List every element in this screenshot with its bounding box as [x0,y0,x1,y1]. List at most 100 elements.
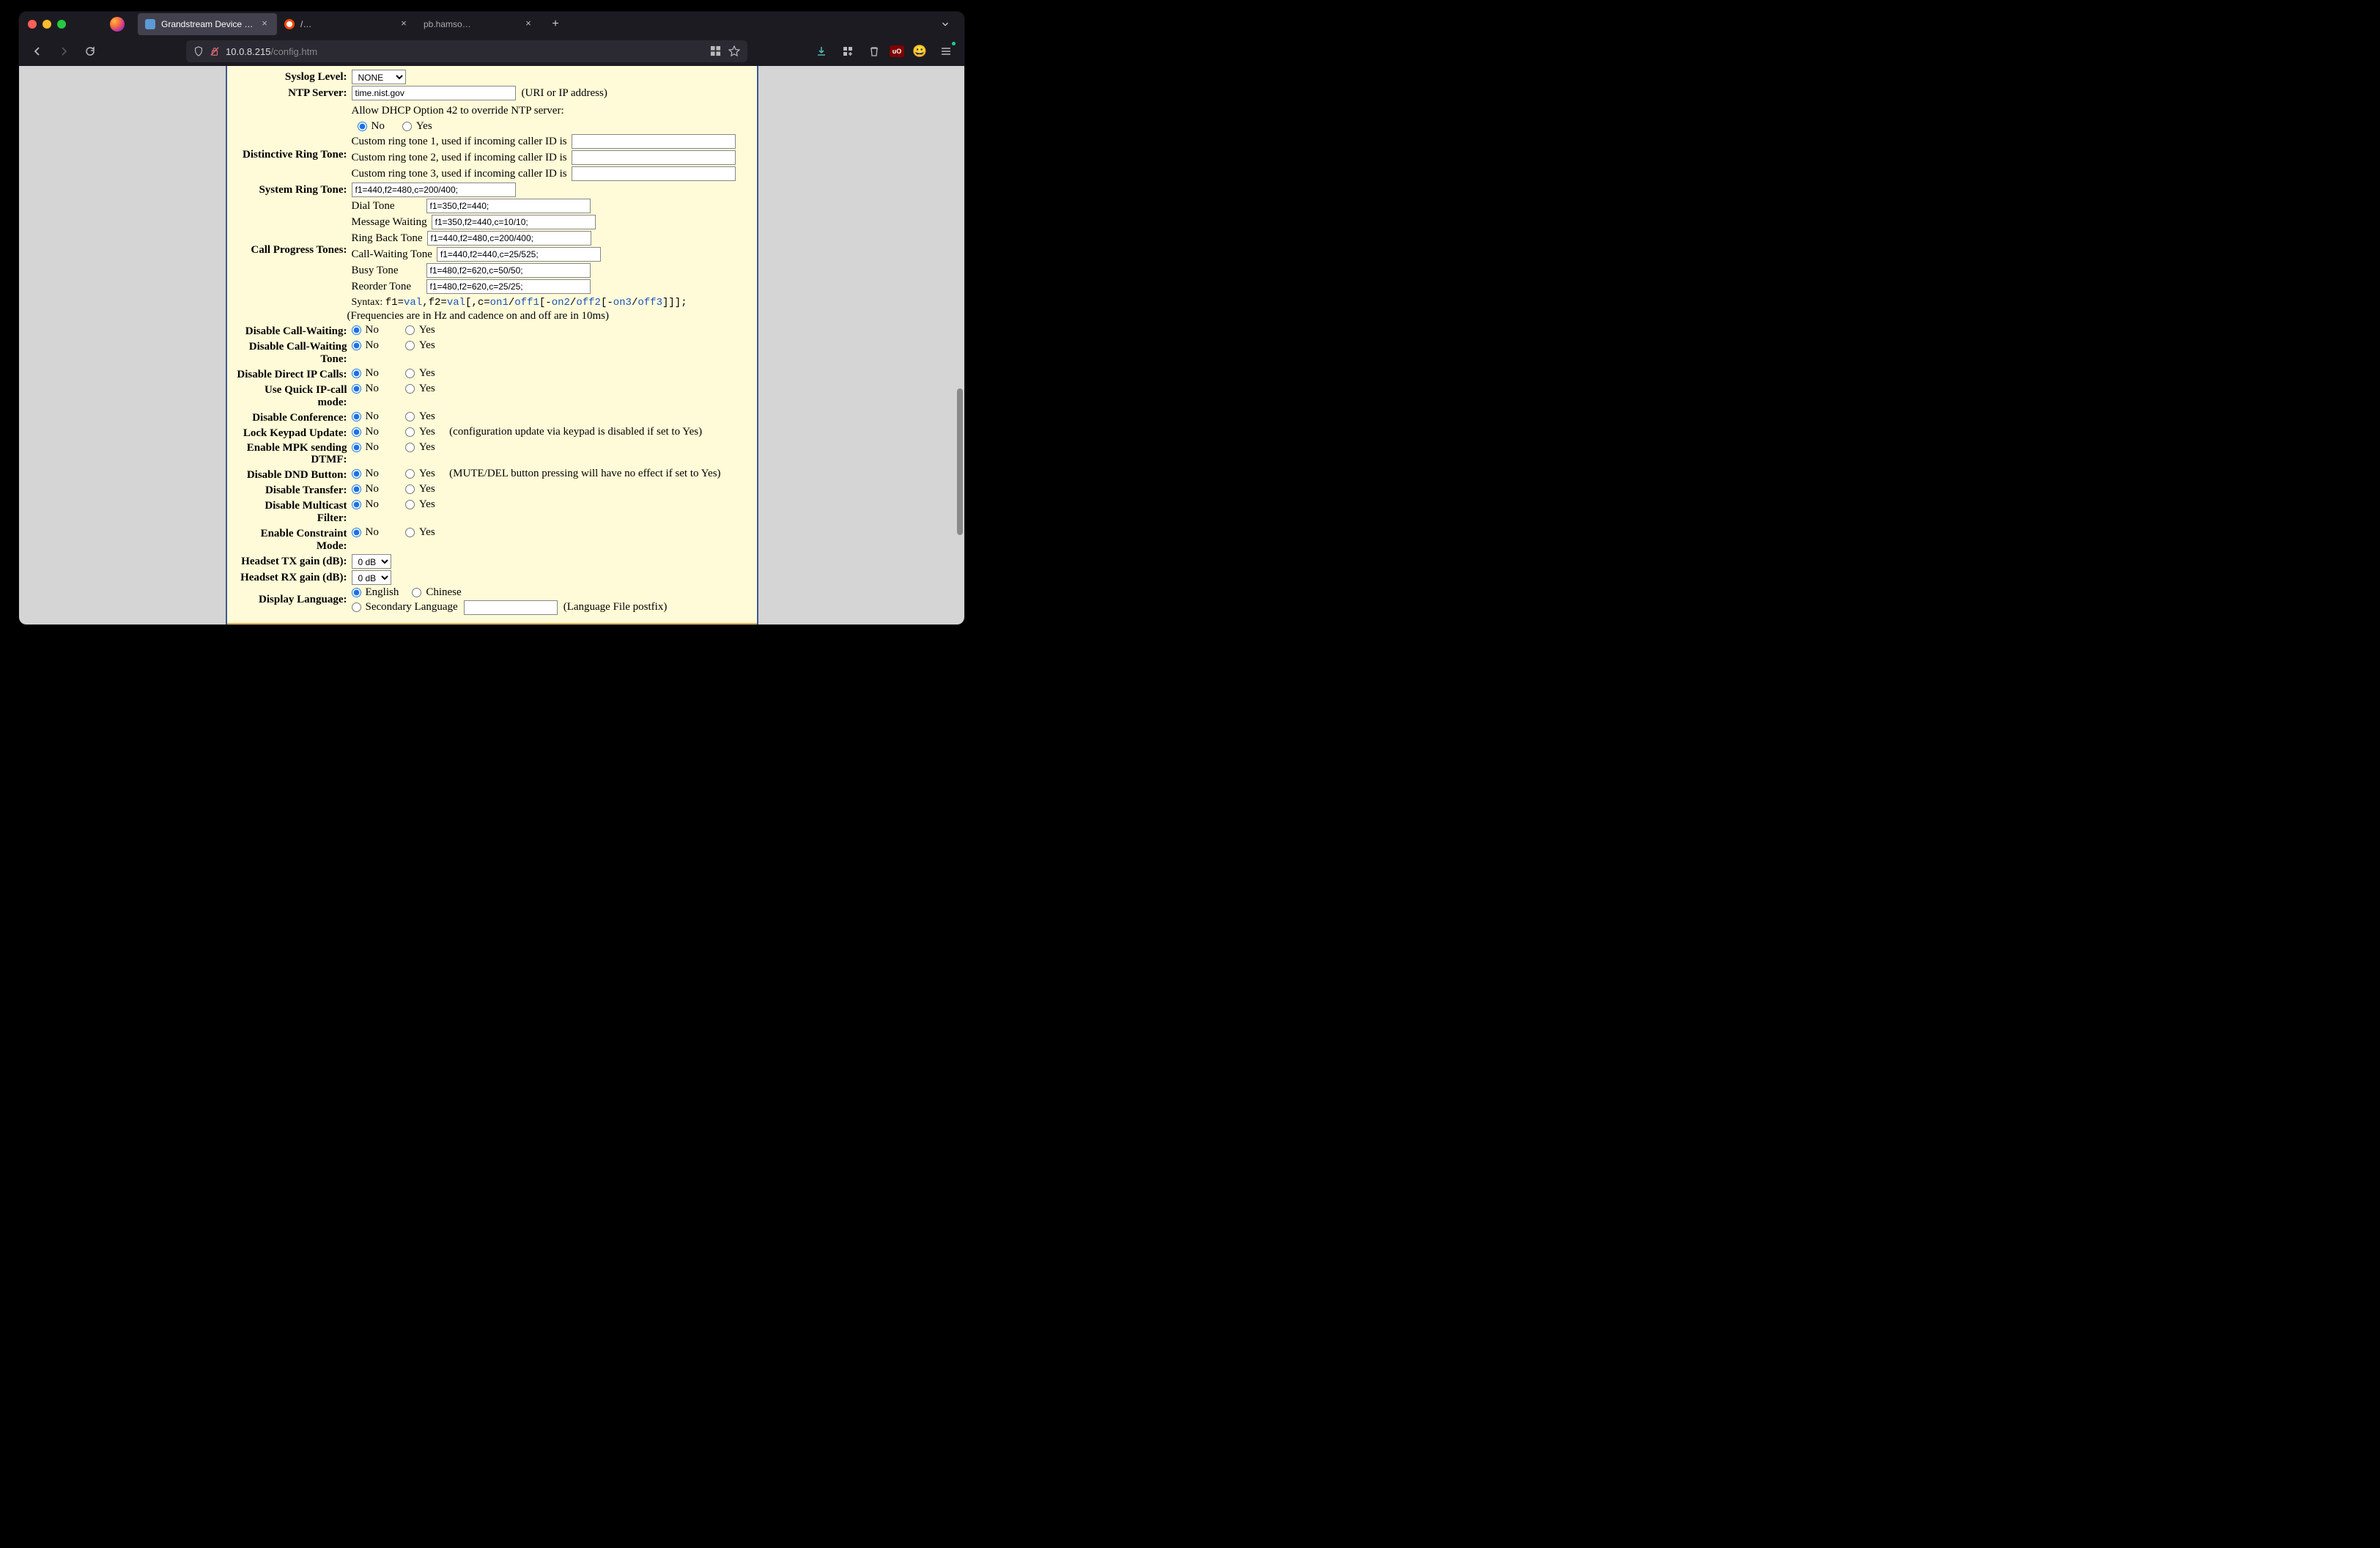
lock-keypad-label: Lock Keypad Update: [234,426,352,440]
app-menu-button[interactable] [935,40,957,62]
ring-back-input[interactable] [427,231,591,246]
syntax-note: (Frequencies are in Hz and cadence on an… [347,310,610,322]
emoji-extension-icon[interactable]: 😀 [909,40,931,62]
disable-dnd-yes[interactable]: Yes [405,468,435,480]
ntp-note: (URI or IP address) [522,87,607,100]
constraint-yes[interactable]: Yes [405,526,435,539]
ring1-input[interactable] [572,134,736,149]
ring-back-label: Ring Back Tone [352,232,423,245]
close-tab-icon[interactable]: × [523,19,533,29]
ring2-text: Custom ring tone 2, used if incoming cal… [352,152,567,164]
extensions-button[interactable] [837,40,859,62]
window-controls [28,20,66,29]
close-tab-icon[interactable]: × [399,19,409,29]
tab-hamsoverip[interactable]: pb.hamsoverip.com/diy × [416,13,541,35]
lock-keypad-yes[interactable]: Yes [405,426,435,438]
favicon-icon [145,19,155,29]
disable-cw-no[interactable]: No [352,324,379,336]
lang-secondary[interactable]: Secondary Language [352,601,458,613]
ring1-text: Custom ring tone 1, used if incoming cal… [352,136,567,148]
lang-postfix-note: (Language File postfix) [563,601,668,613]
disable-cw-yes[interactable]: Yes [405,324,435,336]
syslog-level-select[interactable]: NONE [352,70,406,84]
nav-toolbar: 10.0.8.215/config.htm uO 😀 [19,37,964,66]
url-bar[interactable]: 10.0.8.215/config.htm [186,40,747,62]
busy-tone-input[interactable] [426,263,591,278]
tab-grandstream[interactable]: Grandstream Device Configuration × [138,13,277,35]
reload-button[interactable] [79,40,101,62]
call-waiting-tone-label: Call-Waiting Tone [352,248,432,261]
message-waiting-input[interactable] [432,215,596,229]
disable-ip-no[interactable]: No [352,367,379,380]
disable-dnd-no[interactable]: No [352,468,379,480]
ublock-icon[interactable]: uO [890,45,904,57]
mpk-dtmf-no[interactable]: No [352,441,379,454]
close-window-button[interactable] [28,20,37,29]
forward-button[interactable] [53,40,75,62]
lock-keypad-no[interactable]: No [352,426,379,438]
disable-cwt-label: Disable Call-Waiting Tone: [234,339,352,366]
lang-english[interactable]: English [352,586,399,599]
tab-overflow-button[interactable] [935,14,956,34]
call-waiting-tone-input[interactable] [437,247,601,262]
page-scroll[interactable]: Syslog Level: NONE NTP Server: ( [19,66,964,624]
display-language-label: Display Language: [234,586,352,606]
disable-transfer-no[interactable]: No [352,483,379,495]
tab-title: /r/videos [300,19,314,29]
quick-ip-no[interactable]: No [352,383,379,395]
ntp-server-input[interactable] [352,86,516,100]
browser-window: Grandstream Device Configuration × /r/vi… [19,12,964,624]
scrollbar-thumb[interactable] [957,388,963,535]
disable-conf-no[interactable]: No [352,410,379,423]
quick-ip-label: Use Quick IP-call mode: [234,383,352,409]
shield-icon[interactable] [193,46,204,56]
syslog-level-label: Syslog Level: [234,70,352,84]
disable-multicast-no[interactable]: No [352,498,379,511]
mpk-dtmf-yes[interactable]: Yes [405,441,435,454]
disable-cwt-no[interactable]: No [352,339,379,352]
headset-rx-select[interactable]: 0 dB [352,570,391,585]
delete-icon[interactable] [863,40,885,62]
lock-keypad-note: (configuration update via keypad is disa… [449,426,702,438]
tab-reddit[interactable]: /r/videos × [277,13,416,35]
new-tab-button[interactable]: + [545,14,566,34]
mpk-dtmf-label: Enable MPK sending DTMF: [234,441,352,466]
close-tab-icon[interactable]: × [259,19,270,29]
container-icon[interactable] [710,45,721,57]
tab-strip: Grandstream Device Configuration × /r/vi… [138,12,956,37]
lock-insecure-icon[interactable] [210,46,220,56]
favicon-icon [284,19,295,29]
ring3-text: Custom ring tone 3, used if incoming cal… [352,168,567,180]
ring2-input[interactable] [572,150,736,165]
ntp-server-label: NTP Server: [234,86,352,100]
disable-ip-yes[interactable]: Yes [405,367,435,380]
ntp-override-yes[interactable]: Yes [402,120,432,133]
disable-multicast-label: Disable Multicast Filter: [234,498,352,525]
downloads-button[interactable] [810,40,832,62]
back-button[interactable] [26,40,48,62]
ring3-input[interactable] [572,166,736,181]
maximize-window-button[interactable] [57,20,66,29]
lang-postfix-input[interactable] [464,600,558,615]
disable-conf-yes[interactable]: Yes [405,410,435,423]
syntax-line: Syntax: f1=val,f2=val[,c=on1/off1[-on2/o… [352,297,687,309]
quick-ip-yes[interactable]: Yes [405,383,435,395]
disable-cwt-yes[interactable]: Yes [405,339,435,352]
system-ring-input[interactable] [352,183,516,197]
headset-rx-label: Headset RX gain (dB): [234,570,352,584]
disable-transfer-yes[interactable]: Yes [405,483,435,495]
lang-chinese[interactable]: Chinese [412,586,461,599]
busy-tone-label: Busy Tone [352,265,422,277]
headset-tx-select[interactable]: 0 dB [352,554,391,569]
constraint-no[interactable]: No [352,526,379,539]
bookmark-star-icon[interactable] [728,45,740,57]
ntp-override-no[interactable]: No [358,120,385,133]
url-text: 10.0.8.215/config.htm [226,46,317,57]
reorder-tone-input[interactable] [426,279,591,294]
disable-multicast-yes[interactable]: Yes [405,498,435,511]
firefox-logo-icon [110,17,125,32]
button-bar: Update Cancel Reboot [227,623,757,625]
minimize-window-button[interactable] [42,20,51,29]
disable-dnd-note: (MUTE/DEL button pressing will have no e… [449,468,720,480]
dial-tone-input[interactable] [426,199,591,213]
